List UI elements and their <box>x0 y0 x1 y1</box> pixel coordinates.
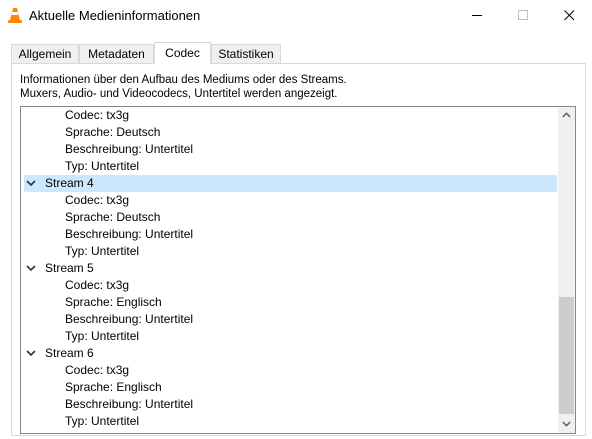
tree-item-stream-5[interactable]: Stream 5 <box>24 260 557 277</box>
codec-description: Informationen über den Aufbau des Medium… <box>20 73 347 101</box>
tree-item-language[interactable]: Sprache: Englisch <box>65 379 162 396</box>
close-icon <box>564 10 575 21</box>
tree-item-language[interactable]: Sprache: Deutsch <box>65 124 160 141</box>
chevron-up-icon <box>562 112 571 118</box>
tree-item-description[interactable]: Beschreibung: Untertitel <box>65 141 193 158</box>
tab-statistiken[interactable]: Statistiken <box>211 44 281 63</box>
minimize-icon <box>472 15 482 16</box>
tree-item-type[interactable]: Typ: Untertitel <box>65 158 139 175</box>
minimize-button[interactable] <box>454 0 500 31</box>
stream-label: Stream 4 <box>45 176 94 190</box>
tree-item-codec[interactable]: Codec: tx3g <box>65 107 129 124</box>
tab-metadaten[interactable]: Metadaten <box>79 44 154 63</box>
tab-allgemein[interactable]: Allgemein <box>11 44 79 63</box>
tree-item-description[interactable]: Beschreibung: Untertitel <box>65 311 193 328</box>
scrollbar-thumb[interactable] <box>559 297 574 414</box>
description-line-2: Muxers, Audio- und Videocodecs, Untertit… <box>20 88 338 100</box>
tab-bar: Allgemein Metadaten Codec Statistiken <box>0 42 592 64</box>
tab-codec[interactable]: Codec <box>154 42 211 64</box>
tree-item-description[interactable]: Beschreibung: Untertitel <box>65 396 193 413</box>
scroll-down-button[interactable] <box>558 416 575 433</box>
tree-item-stream-4[interactable]: Stream 4 <box>24 175 557 192</box>
chevron-down-icon[interactable] <box>24 175 40 192</box>
window-title: Aktuelle Medieninformationen <box>29 8 201 23</box>
tree-item-type[interactable]: Typ: Untertitel <box>65 413 139 430</box>
chevron-down-icon[interactable] <box>24 345 40 362</box>
tree-item-type[interactable]: Typ: Untertitel <box>65 243 139 260</box>
chevron-down-icon[interactable] <box>24 260 40 277</box>
scroll-up-button[interactable] <box>558 107 575 124</box>
tree-item-type[interactable]: Typ: Untertitel <box>65 328 139 345</box>
tree-item-codec[interactable]: Codec: tx3g <box>65 192 129 209</box>
tree-item-codec[interactable]: Codec: tx3g <box>65 277 129 294</box>
title-bar: Aktuelle Medieninformationen <box>0 0 592 31</box>
description-line-1: Informationen über den Aufbau des Medium… <box>20 74 347 86</box>
tree-item-language[interactable]: Sprache: Englisch <box>65 294 162 311</box>
tree-item-description[interactable]: Beschreibung: Untertitel <box>65 226 193 243</box>
vertical-scrollbar[interactable] <box>558 107 575 433</box>
maximize-icon <box>518 10 528 20</box>
vlc-cone-icon <box>7 7 23 24</box>
stream-label: Stream 5 <box>45 261 94 275</box>
tree-item-language[interactable]: Sprache: Deutsch <box>65 209 160 226</box>
chevron-down-icon <box>562 421 571 427</box>
stream-label: Stream 6 <box>45 346 94 360</box>
close-button[interactable] <box>546 0 592 31</box>
tree-item-stream-6[interactable]: Stream 6 <box>24 345 557 362</box>
tree-item-codec[interactable]: Codec: tx3g <box>65 362 129 379</box>
maximize-button[interactable] <box>500 0 546 31</box>
codec-tree[interactable]: Codec: tx3g Sprache: Deutsch Beschreibun… <box>20 106 576 434</box>
